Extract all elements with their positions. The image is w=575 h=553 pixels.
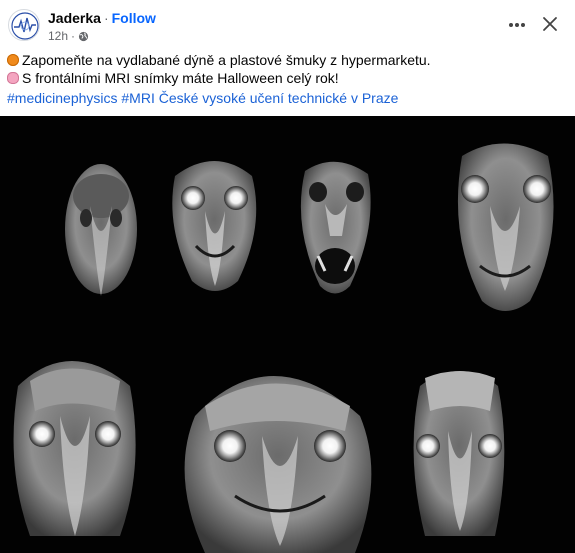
follow-button[interactable]: Follow <box>112 10 156 26</box>
mri-scan-2 <box>172 161 257 291</box>
close-icon[interactable] <box>540 14 560 34</box>
post-text-line-1: Zapomeňte na vydlabané dýně a plastové š… <box>7 51 567 69</box>
post-header: Jaderka · Follow 12h · <box>0 0 575 46</box>
facebook-post: Jaderka · Follow 12h · Zapomeňte na vydlab… <box>0 0 575 553</box>
post-line-1-text: Zapomeňte na vydlabané dýně a plastové š… <box>22 52 431 68</box>
mri-scan-5 <box>13 361 136 536</box>
mri-scan-7 <box>413 371 505 536</box>
pumpkin-icon <box>7 54 19 66</box>
mri-scan-collage <box>13 143 554 553</box>
globe-icon <box>78 31 89 41</box>
meta-separator: · <box>71 29 76 43</box>
post-text: Zapomeňte na vydlabané dýně a plastové š… <box>7 51 567 87</box>
mri-scan-4 <box>457 143 554 311</box>
post-meta: 12h · <box>48 29 89 43</box>
hashtags: #medicinephysics #MRI České vysoké učení… <box>7 89 398 107</box>
hashtag-mri[interactable]: #MRI <box>121 90 154 106</box>
post-time[interactable]: 12h <box>48 29 68 43</box>
more-horizontal-icon[interactable] <box>506 14 528 36</box>
tag-cvut[interactable]: České vysoké učení technické v Praze <box>159 90 399 106</box>
jaderka-logo <box>11 12 39 40</box>
page-avatar[interactable] <box>8 9 40 41</box>
brain-icon <box>7 72 19 84</box>
post-line-2-text: S frontálními MRI snímky máte Halloween … <box>22 70 339 86</box>
author-name[interactable]: Jaderka <box>48 10 101 26</box>
hashtag-medicinephysics[interactable]: #medicinephysics <box>7 90 118 106</box>
mri-scan-6 <box>184 376 372 553</box>
author-line: Jaderka · Follow <box>48 10 156 27</box>
post-text-line-2: S frontálními MRI snímky máte Halloween … <box>7 69 567 87</box>
mri-scan-1 <box>65 164 137 296</box>
post-image[interactable] <box>0 116 575 553</box>
separator-dot: · <box>103 10 109 26</box>
mri-scan-3 <box>300 161 371 294</box>
